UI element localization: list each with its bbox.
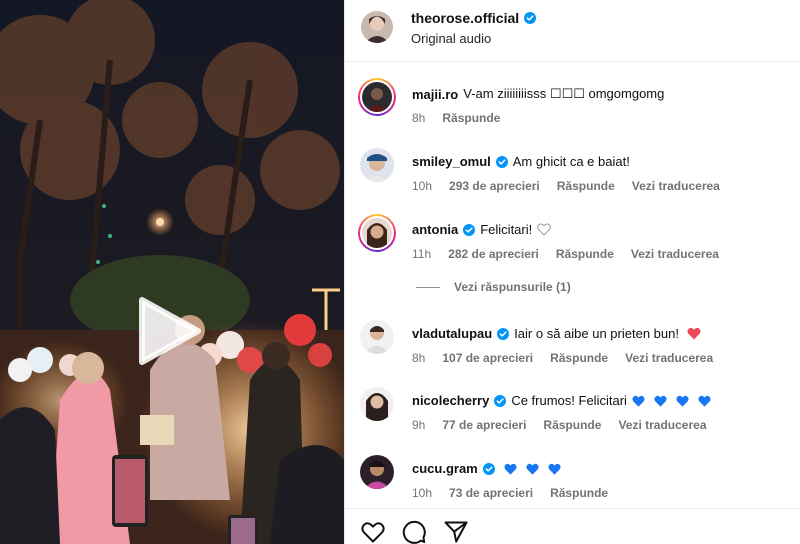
likes-count[interactable]: 73 de aprecieri xyxy=(449,486,533,500)
white-heart-icon xyxy=(537,223,552,236)
blue-heart-icon xyxy=(632,395,645,407)
reply-button[interactable]: Răspunde xyxy=(543,418,601,432)
video-frame xyxy=(0,0,344,544)
see-translation-button[interactable]: Vezi traducerea xyxy=(618,418,706,432)
verified-badge-icon xyxy=(494,394,507,407)
comment-text: Ce frumos! Felicitari xyxy=(511,393,627,408)
comment-text: Iair o să aibe un prieten bun! xyxy=(514,326,679,341)
verified-badge-icon xyxy=(497,327,510,340)
author-avatar[interactable] xyxy=(361,11,393,43)
commenter-username[interactable]: majii.ro xyxy=(412,87,458,102)
comments-panel: theorose.official Original audio majii.r… xyxy=(344,0,800,544)
audio-label[interactable]: Original audio xyxy=(411,31,491,46)
blue-heart-icon xyxy=(548,463,561,475)
comment-time: 10h xyxy=(412,486,433,500)
play-icon xyxy=(139,297,201,365)
reply-button[interactable]: Răspunde xyxy=(557,179,615,193)
view-replies-button[interactable]: Vezi răspunsurile (1) xyxy=(416,280,571,294)
play-button[interactable] xyxy=(136,296,202,366)
video-player[interactable] xyxy=(0,0,344,544)
blue-heart-icon xyxy=(526,463,539,475)
author-username[interactable]: theorose.official xyxy=(411,10,519,26)
commenter-username[interactable]: cucu.gram xyxy=(412,461,478,476)
likes-count[interactable]: 293 de aprecieri xyxy=(449,179,540,193)
see-translation-button[interactable]: Vezi traducerea xyxy=(632,179,720,193)
commenter-avatar[interactable] xyxy=(360,320,394,354)
red-heart-icon xyxy=(687,327,701,340)
blue-heart-icon xyxy=(654,395,667,407)
comment-time: 9h xyxy=(412,418,426,432)
comment-time: 11h xyxy=(412,247,432,261)
verified-badge-icon xyxy=(495,155,508,168)
blue-hearts xyxy=(630,395,711,407)
commenter-avatar[interactable] xyxy=(360,455,394,489)
commenter-username[interactable]: antonia xyxy=(412,222,458,237)
reply-button[interactable]: Răspunde xyxy=(550,351,608,365)
share-icon[interactable] xyxy=(443,519,469,544)
commenter-username[interactable]: smiley_omul xyxy=(412,154,491,169)
blue-heart-icon xyxy=(698,395,711,407)
see-translation-button[interactable]: Vezi traducerea xyxy=(631,247,719,261)
comment-text: Felicitari! xyxy=(480,222,533,237)
blue-heart-icon xyxy=(504,463,517,475)
comment-icon[interactable] xyxy=(401,519,427,544)
blue-heart-icon xyxy=(676,395,689,407)
commenter-username[interactable]: nicolecherry xyxy=(412,393,489,408)
reply-button[interactable]: Răspunde xyxy=(556,247,614,261)
post-action-bar xyxy=(345,508,800,544)
reply-button[interactable]: Răspunde xyxy=(550,486,608,500)
commenter-avatar[interactable] xyxy=(360,148,394,182)
commenter-avatar[interactable] xyxy=(360,387,394,421)
comment-time: 8h xyxy=(412,111,426,125)
commenter-username[interactable]: vladutalupau xyxy=(412,326,492,341)
blue-hearts xyxy=(502,463,561,475)
verified-badge-icon xyxy=(524,12,537,24)
see-translation-button[interactable]: Vezi traducerea xyxy=(625,351,713,365)
like-icon[interactable] xyxy=(360,519,386,544)
replies-divider xyxy=(416,286,440,288)
view-replies-label: Vezi răspunsurile (1) xyxy=(454,280,571,294)
verified-badge-icon xyxy=(482,462,495,475)
verified-badge-icon xyxy=(463,223,476,236)
comment-time: 10h xyxy=(412,179,433,193)
likes-count[interactable]: 77 de aprecieri xyxy=(442,418,526,432)
reply-button[interactable]: Răspunde xyxy=(442,111,500,125)
post-header: theorose.official Original audio xyxy=(345,0,800,62)
comment-text: Am ghicit ca e baiat! xyxy=(512,154,630,169)
likes-count[interactable]: 282 de aprecieri xyxy=(448,247,539,261)
likes-count[interactable]: 107 de aprecieri xyxy=(442,351,533,365)
commenter-avatar[interactable] xyxy=(362,82,392,112)
comment-time: 8h xyxy=(412,351,426,365)
comment-text: V-am ziiiiiiiisss ☐☐☐ omgomgomg xyxy=(463,86,665,101)
commenter-avatar[interactable] xyxy=(362,218,392,248)
